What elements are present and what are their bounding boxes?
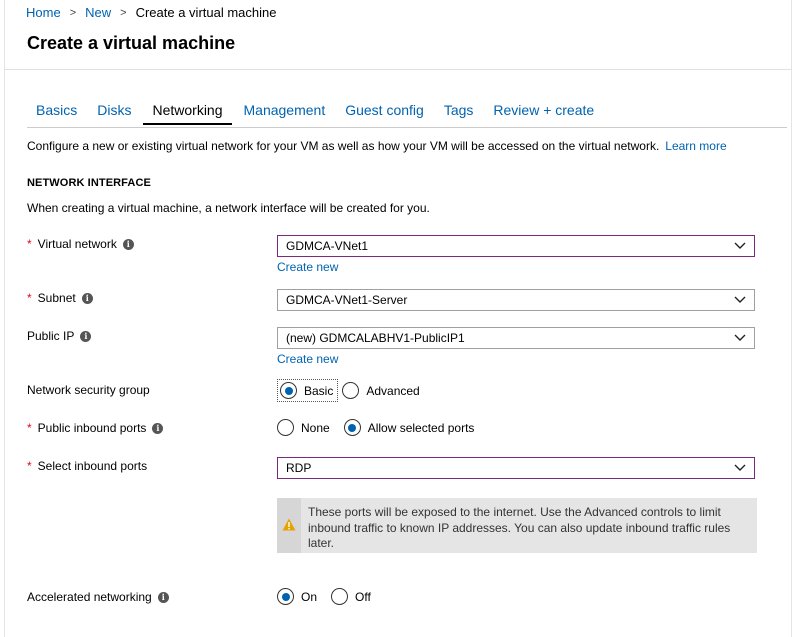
tab-disks[interactable]: Disks: [97, 100, 131, 125]
nsg-advanced-label: Advanced: [366, 383, 420, 398]
info-icon[interactable]: i: [152, 422, 164, 434]
subnet-label: * Subnet i: [27, 291, 93, 305]
tab-bar: Basics Disks Networking Management Guest…: [27, 100, 604, 125]
public-inbound-ports-radio-group: None Allow selected ports: [277, 419, 474, 436]
nsg-basic-label: Basic: [304, 383, 334, 398]
inbound-allow-radio[interactable]: [343, 419, 361, 436]
breadcrumb-home-link[interactable]: Home: [26, 5, 61, 20]
tab-tags[interactable]: Tags: [444, 100, 474, 125]
nsg-advanced-radio[interactable]: [342, 382, 360, 399]
inbound-none-option[interactable]: None: [277, 419, 330, 436]
warning-icon: [282, 518, 296, 531]
chevron-down-icon: [734, 334, 746, 341]
public-ip-value: (new) GDMCALABHV1-PublicIP1: [286, 331, 465, 345]
inbound-none-label: None: [301, 420, 330, 435]
tab-networking[interactable]: Networking: [143, 100, 232, 125]
title-divider: [4, 69, 792, 70]
public-inbound-ports-label: * Public inbound ports i: [27, 421, 164, 435]
nsg-radio-group: Basic Advanced: [277, 379, 420, 402]
tab-management[interactable]: Management: [244, 100, 326, 125]
accel-off-radio[interactable]: [331, 588, 349, 605]
learn-more-link[interactable]: Learn more: [665, 139, 726, 153]
tab-basics[interactable]: Basics: [36, 100, 77, 125]
accelerated-networking-label-text: Accelerated networking: [27, 590, 152, 604]
nsg-label-text: Network security group: [27, 383, 150, 397]
info-icon[interactable]: i: [122, 238, 134, 250]
subnet-value: GDMCA-VNet1-Server: [286, 293, 408, 307]
intro-text: Configure a new or existing virtual netw…: [27, 139, 727, 153]
page-title: Create a virtual machine: [27, 33, 236, 53]
frame-border-right: [791, 0, 792, 637]
virtual-network-create-new-link[interactable]: Create new: [277, 260, 338, 274]
accel-on-radio[interactable]: [277, 588, 294, 605]
accelerated-networking-label: Accelerated networking i: [27, 590, 169, 604]
required-marker: *: [27, 421, 32, 435]
nsg-basic-option[interactable]: Basic: [277, 379, 339, 402]
required-marker: *: [27, 459, 32, 473]
warning-text: These ports will be exposed to the inter…: [308, 505, 731, 550]
info-icon[interactable]: i: [81, 292, 93, 304]
chevron-down-icon: [734, 464, 746, 471]
tabs-divider: [27, 127, 787, 128]
breadcrumb-separator: >: [120, 6, 127, 19]
subnet-label-text: Subnet: [37, 291, 76, 305]
public-ip-label-text: Public IP: [27, 329, 75, 343]
inbound-none-radio[interactable]: [277, 419, 294, 436]
chevron-down-icon: [734, 296, 746, 303]
select-inbound-ports-value: RDP: [286, 461, 312, 475]
public-ip-create-new-link[interactable]: Create new: [277, 352, 338, 366]
select-inbound-ports-select[interactable]: RDP: [277, 457, 755, 479]
virtual-network-label: * Virtual network i: [27, 237, 134, 251]
tab-guest-config[interactable]: Guest config: [345, 100, 424, 125]
required-marker: *: [27, 237, 32, 251]
public-ip-label: Public IP i: [27, 329, 92, 343]
section-description: When creating a virtual machine, a netwo…: [27, 201, 430, 215]
virtual-network-value: GDMCA-VNet1: [286, 239, 369, 253]
intro-description: Configure a new or existing virtual netw…: [27, 139, 660, 153]
select-inbound-ports-label: * Select inbound ports: [27, 459, 147, 473]
public-ip-select[interactable]: (new) GDMCALABHV1-PublicIP1: [277, 327, 755, 349]
accel-off-option[interactable]: Off: [331, 588, 371, 605]
breadcrumb-current: Create a virtual machine: [135, 5, 277, 20]
subnet-select[interactable]: GDMCA-VNet1-Server: [277, 289, 755, 311]
breadcrumb-new-link[interactable]: New: [85, 5, 111, 20]
chevron-down-icon: [734, 242, 746, 249]
accel-on-label: On: [301, 589, 318, 604]
frame-border-left: [4, 0, 5, 637]
warning-message: These ports will be exposed to the inter…: [277, 498, 757, 553]
tab-review-create[interactable]: Review + create: [493, 100, 594, 125]
nsg-basic-radio[interactable]: [280, 382, 297, 399]
accel-off-label: Off: [355, 589, 371, 604]
virtual-network-select[interactable]: GDMCA-VNet1: [277, 235, 755, 257]
select-inbound-ports-label-text: Select inbound ports: [37, 459, 148, 473]
inbound-allow-label: Allow selected ports: [367, 420, 475, 435]
breadcrumb-separator: >: [69, 6, 77, 19]
info-icon[interactable]: i: [157, 591, 169, 603]
accelerated-networking-radio-group: On Off: [277, 588, 371, 605]
nsg-label: Network security group: [27, 383, 150, 397]
virtual-network-label-text: Virtual network: [37, 237, 117, 251]
section-header-network-interface: NETWORK INTERFACE: [27, 177, 151, 189]
info-icon[interactable]: i: [80, 330, 92, 342]
inbound-allow-option[interactable]: Allow selected ports: [343, 419, 475, 436]
accel-on-option[interactable]: On: [277, 588, 317, 605]
breadcrumb: Home > New > Create a virtual machine: [26, 5, 276, 20]
required-marker: *: [27, 291, 32, 305]
nsg-advanced-option[interactable]: Advanced: [342, 382, 420, 399]
public-inbound-ports-label-text: Public inbound ports: [37, 421, 147, 435]
